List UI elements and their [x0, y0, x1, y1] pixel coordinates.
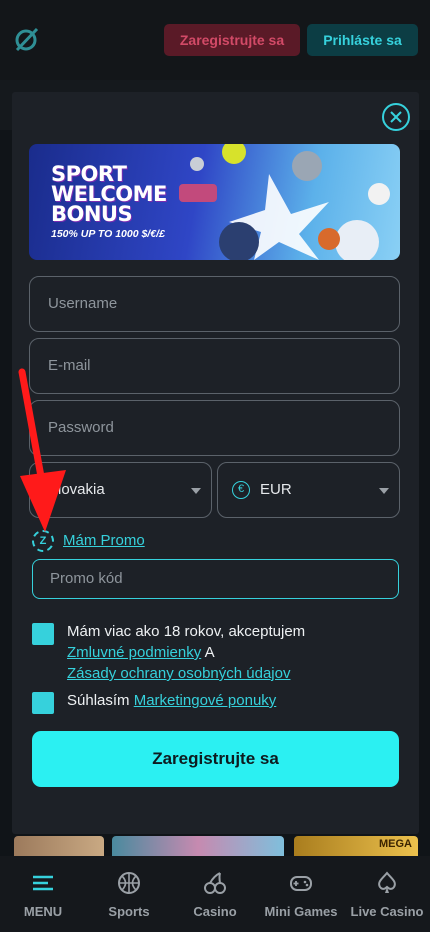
submit-register-button[interactable]: Zaregistrujte sa [32, 731, 399, 787]
game-thumbnail-text: MEGA [379, 838, 412, 850]
nav-item-casino[interactable]: Casino [172, 856, 258, 932]
currency-select[interactable]: € EUR [217, 462, 400, 518]
marketing-offers-link[interactable]: Marketingové ponuky [134, 692, 277, 709]
cherries-icon [204, 872, 226, 894]
game-thumbnail[interactable] [112, 836, 284, 856]
basketball-icon [118, 872, 140, 894]
game-thumbnail[interactable]: MEGA [294, 836, 418, 856]
country-select[interactable]: Slovakia [29, 462, 212, 518]
promo-badge-icon: Z [32, 530, 54, 552]
bottom-nav: MENU Sports Casino Mini Games Live Casin… [0, 856, 430, 932]
login-button[interactable]: Prihláste sa [307, 24, 418, 56]
registration-modal: SPORT WELCOME BONUS 150% UP TO 1000 $/€/… [12, 92, 419, 834]
marketing-checkbox[interactable] [32, 692, 54, 714]
nav-label: Mini Games [264, 904, 338, 919]
gamepad-icon [290, 876, 312, 891]
welcome-bonus-banner: SPORT WELCOME BONUS 150% UP TO 1000 $/€/… [29, 144, 400, 260]
nav-item-live-casino[interactable]: Live Casino [344, 856, 430, 932]
chevron-down-icon [191, 488, 201, 494]
terms-link[interactable]: Zmluvné podmienky [67, 644, 201, 661]
marketing-text: Súhlasím Marketingové ponuky [67, 690, 276, 711]
email-field[interactable]: E-mail [29, 338, 400, 394]
close-icon [390, 111, 402, 123]
age-terms-text: Mám viac ako 18 rokov, akceptujem Zmluvn… [67, 621, 305, 684]
nav-label: Live Casino [350, 904, 424, 919]
country-value: Slovakia [48, 481, 105, 498]
top-header: Zaregistrujte sa Prihláste sa [0, 0, 430, 80]
nav-item-menu[interactable]: MENU [0, 856, 86, 932]
euro-icon: € [232, 481, 250, 499]
chevron-down-icon [379, 488, 389, 494]
game-thumbnails-row: MEGA [0, 836, 430, 856]
register-button[interactable]: Zaregistrujte sa [164, 24, 300, 56]
username-field[interactable]: Username [29, 276, 400, 332]
game-thumbnail[interactable] [14, 836, 104, 856]
nav-item-sports[interactable]: Sports [86, 856, 172, 932]
and-text: A [204, 644, 215, 661]
spade-icon [378, 871, 396, 893]
age-terms-label: Mám viac ako 18 rokov, akceptujem [67, 623, 306, 640]
nav-label: Sports [108, 904, 150, 919]
nav-label: Casino [193, 904, 237, 919]
nav-item-mini-games[interactable]: Mini Games [258, 856, 344, 932]
brand-logo-icon[interactable] [12, 26, 40, 54]
promo-code-input[interactable]: Promo kód [32, 559, 399, 599]
nav-label: MENU [23, 904, 63, 919]
promo-toggle-link[interactable]: Mám Promo [63, 532, 145, 549]
banner-subtitle: 150% UP TO 1000 $/€/£ [51, 228, 165, 240]
age-terms-checkbox[interactable] [32, 623, 54, 645]
password-field[interactable]: Password [29, 400, 400, 456]
privacy-policy-link[interactable]: Zásady ochrany osobných údajov [67, 665, 290, 682]
marketing-prefix: Súhlasím [67, 692, 130, 709]
banner-title: SPORT WELCOME BONUS [51, 162, 167, 226]
currency-value: EUR [260, 481, 292, 498]
close-button[interactable] [382, 103, 410, 131]
menu-icon [33, 875, 53, 891]
